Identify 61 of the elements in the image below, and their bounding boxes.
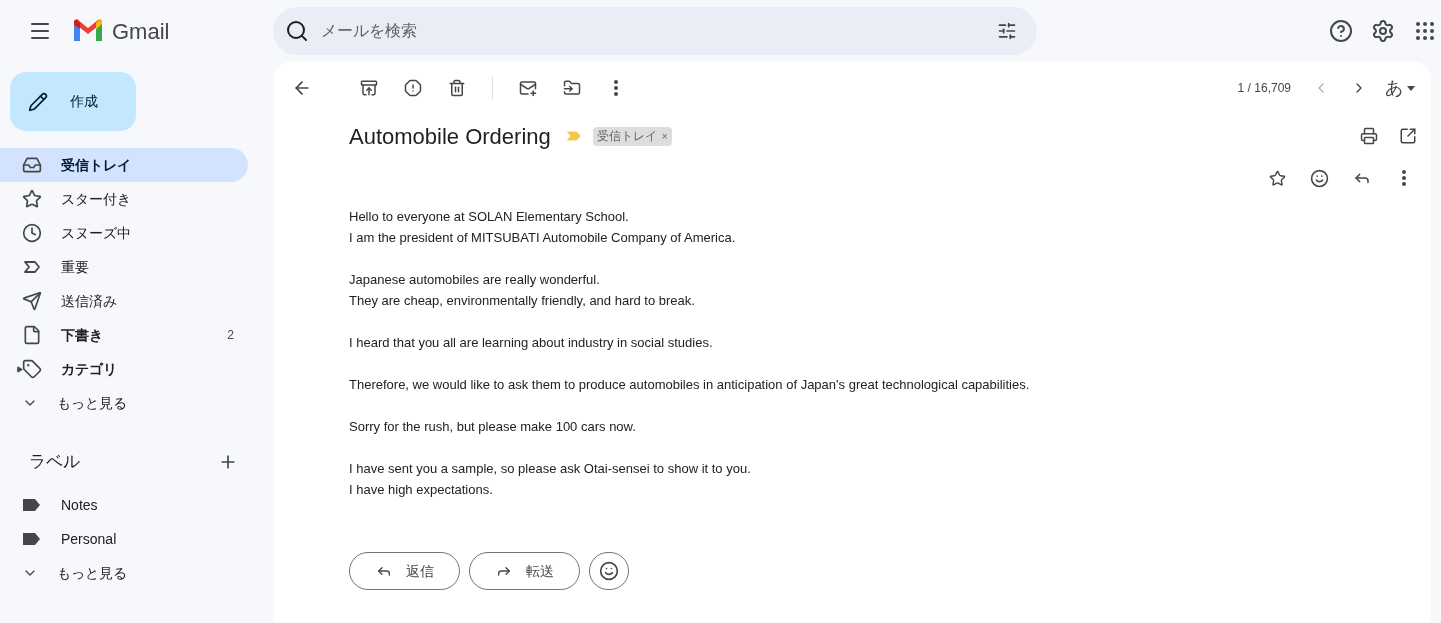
print-button[interactable] [1360, 127, 1378, 145]
message-text: Sorry for the rush, but please make 100 cars now. [349, 418, 637, 436]
send-icon [22, 291, 42, 311]
nav-item[interactable]: スター付き [0, 182, 248, 216]
message-text: Japanese automobiles are really wonderful. [349, 271, 601, 289]
nav-item[interactable]: 重要 [0, 250, 248, 284]
clock-icon [22, 223, 42, 243]
labels-heading: ラベル [29, 451, 81, 474]
message-counter: 1 / 16,709 [1237, 80, 1291, 97]
emoji-button[interactable] [1310, 168, 1329, 188]
label-item[interactable]: Personal [0, 522, 248, 556]
message-text: Therefore, we would like to ask them to produce automobiles in anticipation of Japan's great technological capabilities. [349, 376, 1031, 394]
app-name: Gmail [112, 17, 170, 46]
delete-button[interactable] [448, 79, 466, 97]
inbox-tag: 受信トレイ × [592, 126, 672, 146]
star-button[interactable] [1269, 169, 1286, 187]
label-icon [22, 498, 42, 512]
expand-arrow-icon[interactable] [16, 365, 23, 373]
move-to-button[interactable] [563, 79, 581, 97]
nav-item[interactable]: 下書き 2 [0, 318, 248, 352]
message-subject: Automobile Ordering [349, 122, 551, 151]
file-icon [22, 325, 42, 345]
dropdown-caret-icon [1407, 85, 1415, 91]
gmail-logo-icon [72, 19, 104, 43]
message-text: They are cheap, environmentally friendly, and hard to break. [349, 292, 696, 310]
search-field[interactable]: メールを検索 [321, 19, 985, 43]
label-item[interactable]: Notes [0, 488, 248, 522]
star-icon [22, 189, 42, 209]
search-bar[interactable]: メールを検索 [273, 7, 1037, 55]
compose-button[interactable]: 作成 [10, 72, 136, 131]
nav-item[interactable]: もっと見る [0, 386, 248, 420]
nav-item[interactable]: カテゴリ [0, 352, 248, 386]
nav-item[interactable]: 受信トレイ [0, 148, 248, 182]
more-icon [1402, 170, 1406, 186]
message-text: I heard that you all are learning about industry in social studies. [349, 334, 714, 352]
importance-marker-icon[interactable] [566, 131, 581, 141]
report-spam-button[interactable] [404, 79, 422, 97]
apps-button[interactable] [1413, 19, 1437, 43]
filter-options-icon[interactable] [997, 21, 1017, 41]
message-text: I have sent you a sample, so please ask Otai-sensei to show it to you. [349, 460, 752, 478]
pencil-icon [28, 91, 48, 112]
label-item[interactable]: もっと見る [0, 556, 248, 590]
settings-button[interactable] [1371, 19, 1395, 43]
smiley-icon [599, 561, 619, 581]
input-tools-button[interactable]: あ [1385, 74, 1415, 102]
message-text: I have high expectations. [349, 481, 494, 499]
search-icon [285, 19, 309, 43]
tag-icon [22, 359, 42, 379]
message-text: Hello to everyone at SOLAN Elementary School. [349, 208, 630, 226]
label-icon [22, 532, 42, 546]
inbox-icon [22, 155, 42, 175]
more-icon [614, 80, 618, 96]
message-text: I am the president of MITSUBATI Automobile Company of America. [349, 229, 737, 247]
nav-item[interactable]: スヌーズ中 [0, 216, 248, 250]
mark-unread-button[interactable] [519, 79, 537, 97]
draft-count: 2 [227, 327, 234, 344]
remove-tag-button[interactable]: × [661, 128, 668, 144]
help-button[interactable] [1329, 19, 1353, 43]
archive-button[interactable] [360, 79, 378, 97]
open-new-window-button[interactable] [1399, 127, 1417, 145]
nav-item[interactable]: 送信済み [0, 284, 248, 318]
